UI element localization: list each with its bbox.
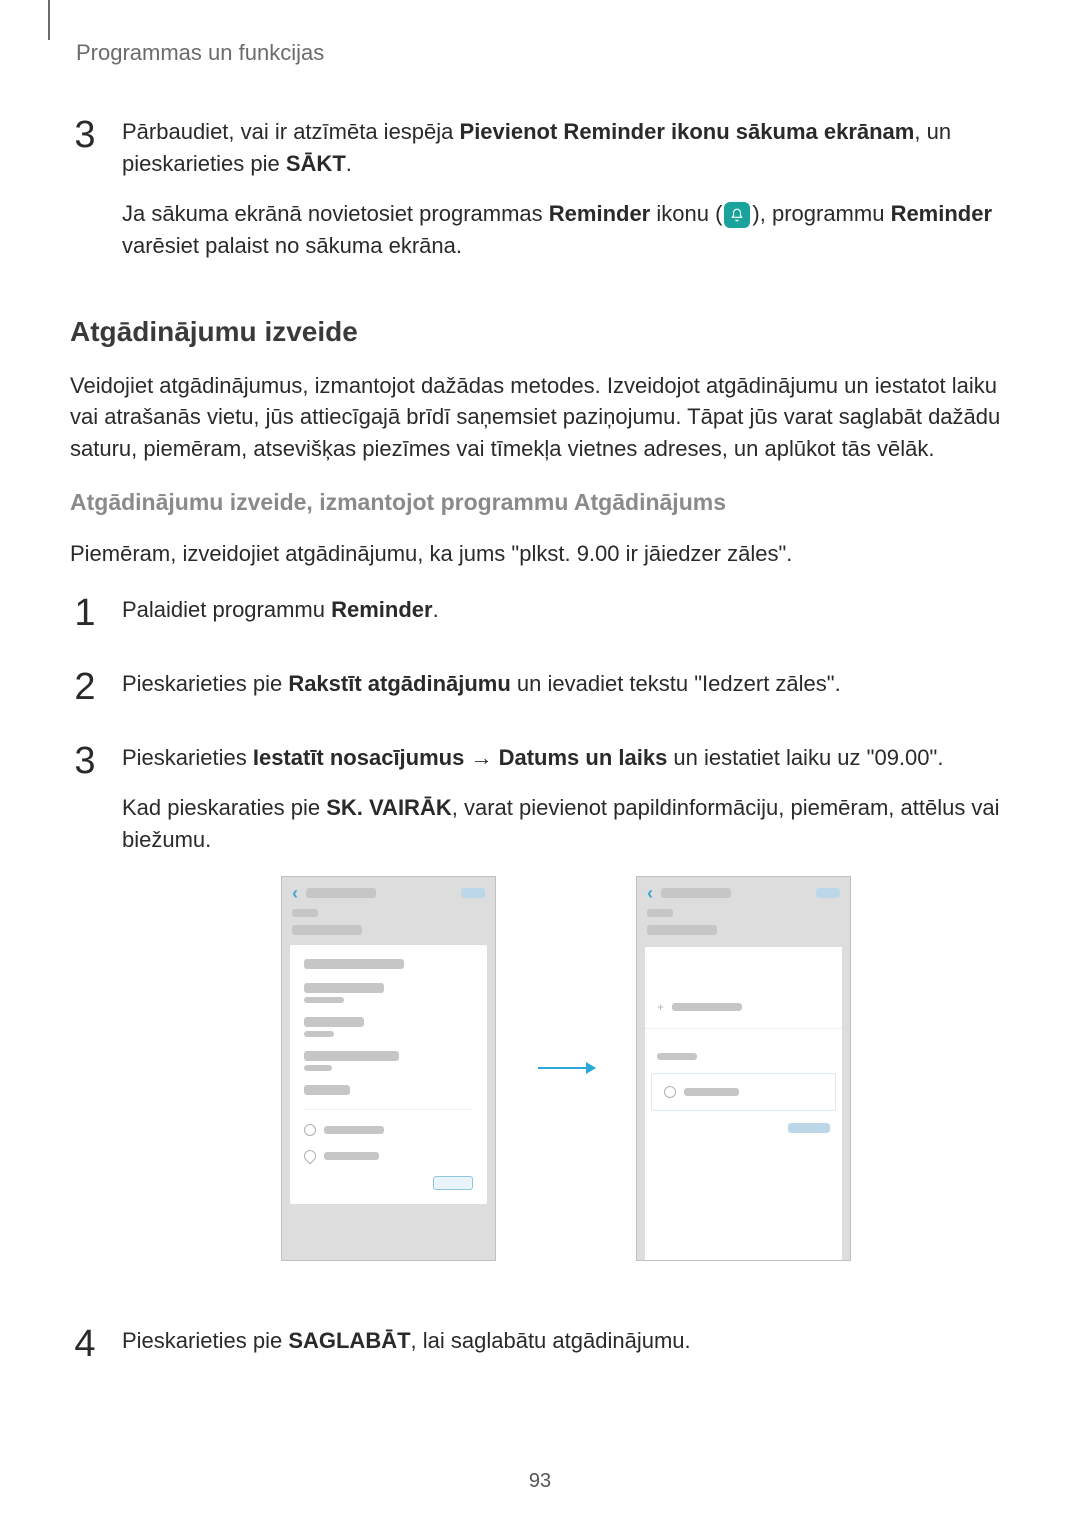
reminder-bell-icon — [724, 202, 750, 228]
paragraph: Pieskarieties pie SAGLABĀT, lai saglabāt… — [122, 1325, 1010, 1357]
action-chip — [433, 1176, 473, 1190]
step-body: Pārbaudiet, vai ir atzīmēta iespēja Piev… — [122, 116, 1010, 280]
step-body: Palaidiet programmu Reminder. — [122, 594, 1010, 644]
section-example: Piemēram, izveidojiet atgādinājumu, ka j… — [70, 538, 1010, 570]
paragraph: Ja sākuma ekrānā novietosiet programmas … — [122, 198, 1010, 262]
phone-topbar: ‹ — [282, 877, 495, 909]
screenshot-row: ‹ — [122, 876, 1010, 1261]
step-body: Pieskarieties pie Rakstīt atgādinājumu u… — [122, 668, 1010, 718]
placeholder-bar — [324, 1126, 384, 1134]
placeholder-bar — [661, 888, 731, 898]
step-number: 2 — [70, 668, 100, 706]
placeholder-bar — [304, 1017, 364, 1027]
paragraph: Kad pieskaraties pie SK. VAIRĀK, varat p… — [122, 792, 1010, 856]
list-item — [651, 1073, 836, 1111]
placeholder-bar — [292, 925, 362, 935]
placeholder-bar — [657, 1053, 697, 1060]
placeholder-bar — [306, 888, 376, 898]
step-3: 3 Pieskarieties Iestatīt nosacījumus → D… — [70, 742, 1010, 1301]
document-page: Programmas un funkcijas 3 Pārbaudiet, va… — [0, 0, 1080, 1527]
placeholder-bar — [304, 997, 344, 1003]
breadcrumb: Programmas un funkcijas — [76, 40, 324, 65]
location-pin-icon — [302, 1147, 319, 1164]
arrow-right-icon — [536, 1058, 596, 1078]
divider — [304, 1109, 473, 1110]
paragraph: Pārbaudiet, vai ir atzīmēta iespēja Piev… — [122, 116, 1010, 180]
action-row — [645, 1113, 842, 1143]
placeholder-bar — [672, 1003, 742, 1011]
placeholder-bar — [788, 1123, 830, 1133]
placeholder-bar — [304, 1031, 334, 1037]
step-number: 3 — [70, 742, 100, 780]
phone-sub — [282, 909, 495, 941]
step-1: 1 Palaidiet programmu Reminder. — [70, 594, 1010, 644]
clock-icon — [664, 1086, 676, 1098]
list-item: + — [645, 987, 842, 1029]
chevron-left-icon: ‹ — [292, 880, 298, 906]
plus-icon: + — [657, 999, 664, 1016]
step-body: Pieskarieties pie SAGLABĀT, lai saglabāt… — [122, 1325, 1010, 1375]
phone-mock-left: ‹ — [281, 876, 496, 1261]
row-time — [304, 1124, 473, 1136]
placeholder-bar — [292, 909, 318, 917]
section-heading: Atgādinājumu izveide — [70, 316, 1010, 348]
phone-mock-right: ‹ + — [636, 876, 851, 1261]
section-intro: Veidojiet atgādinājumus, izmantojot dažā… — [70, 370, 1010, 466]
placeholder-bar — [816, 888, 840, 898]
placeholder-bar — [304, 1051, 399, 1061]
placeholder-bar — [647, 925, 717, 935]
phone-topbar: ‹ — [637, 877, 850, 909]
margin-rule — [48, 0, 50, 40]
placeholder-bar — [304, 959, 404, 969]
step-3-top: 3 Pārbaudiet, vai ir atzīmēta iespēja Pi… — [70, 116, 1010, 280]
step-number: 1 — [70, 594, 100, 632]
row-location — [304, 1150, 473, 1162]
phone-sub — [637, 909, 850, 941]
phone-card — [290, 945, 487, 1204]
placeholder-bar — [304, 1065, 332, 1071]
placeholder-bar — [304, 1085, 350, 1095]
section-subheading: Atgādinājumu izveide, izmantojot program… — [70, 489, 1010, 516]
step-body: Pieskarieties Iestatīt nosacījumus → Dat… — [122, 742, 1010, 1301]
step-4: 4 Pieskarieties pie SAGLABĀT, lai saglab… — [70, 1325, 1010, 1375]
page-header: Programmas un funkcijas — [70, 40, 1010, 66]
placeholder-bar — [684, 1088, 739, 1096]
paragraph: Pieskarieties Iestatīt nosacījumus → Dat… — [122, 742, 1010, 774]
step-2: 2 Pieskarieties pie Rakstīt atgādinājumu… — [70, 668, 1010, 718]
placeholder-bar — [461, 888, 485, 898]
step-number: 3 — [70, 116, 100, 154]
paragraph: Pieskarieties pie Rakstīt atgādinājumu u… — [122, 668, 1010, 700]
placeholder-bar — [324, 1152, 379, 1160]
placeholder-bar — [647, 909, 673, 917]
chevron-left-icon: ‹ — [647, 880, 653, 906]
clock-icon — [304, 1124, 316, 1136]
phone-list: + — [645, 947, 842, 1260]
step-number: 4 — [70, 1325, 100, 1363]
placeholder-bar — [304, 983, 384, 993]
paragraph: Palaidiet programmu Reminder. — [122, 594, 1010, 626]
page-number: 93 — [0, 1470, 1080, 1493]
